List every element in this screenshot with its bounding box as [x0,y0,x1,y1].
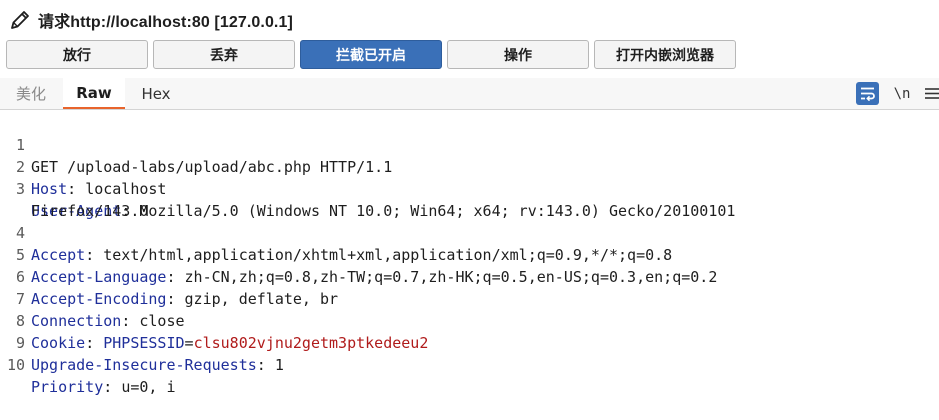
word-wrap-icon[interactable] [856,82,879,105]
header-line-cookie: 8 Cookie: PHPSESSID=clsu802vjnu2getm3ptk… [0,288,428,352]
request-editor[interactable]: 1 GET /upload-labs/upload/abc.php HTTP/1… [0,112,939,396]
header-value: Mozilla/5.0 (Windows NT 10.0; Win64; x64… [139,202,736,220]
open-browser-button[interactable]: 打开内嵌浏览器 [594,40,736,69]
tab-raw[interactable]: Raw [63,78,125,109]
header-line-priority: 10 Priority: u=0, i [0,332,176,396]
title-bar: 请求http://localhost:80 [127.0.0.1] [0,0,939,40]
message-tabs: 美化 Raw Hex \n [0,78,939,110]
tab-pretty[interactable]: 美化 [6,78,56,109]
header-key: Upgrade-Insecure-Requests [31,356,257,374]
tab-hex[interactable]: Hex [128,78,184,109]
header-line-accept: 4 Accept: text/html,application/xhtml+xm… [0,200,672,264]
header-line-continuation: Firefox/143.0 [0,178,148,220]
line-number: 10 [6,356,25,374]
header-key: Accept-Encoding [31,290,167,308]
header-line-connection: 7 Connection: close [0,266,185,330]
pencil-icon [7,7,33,33]
intercept-toggle-button[interactable]: 拦截已开启 [300,40,442,69]
header-key: Cookie [31,334,86,352]
header-line-accept-encoding: 6 Accept-Encoding: gzip, deflate, br [0,244,338,308]
header-key: Accept-Language [31,268,167,286]
header-key: Connection [31,312,122,330]
request-line: 1 GET /upload-labs/upload/abc.php HTTP/1… [0,112,392,176]
header-value: gzip, deflate, br [184,290,339,308]
drop-button[interactable]: 丢弃 [153,40,295,69]
header-key: Accept [31,246,86,264]
forward-button[interactable]: 放行 [6,40,148,69]
header-line-user-agent: 3 User-Agent: Mozilla/5.0 (Windows NT 10… [0,156,735,220]
header-line-host: 2 Host: localhost [0,134,167,198]
header-value: zh-CN,zh;q=0.8,zh-TW;q=0.7,zh-HK;q=0.5,e… [184,268,718,286]
header-value: localhost [85,180,167,198]
header-value: close [139,312,185,330]
header-value-continuation: Firefox/143.0 [31,202,149,220]
request-line-text: GET /upload-labs/upload/abc.php HTTP/1.1 [31,158,393,176]
header-key: Priority [31,378,104,396]
request-title: 请求http://localhost:80 [127.0.0.1] [38,14,293,31]
cookie-name: PHPSESSID [103,334,185,352]
menu-icon[interactable] [924,82,939,105]
header-line-accept-language: 5 Accept-Language: zh-CN,zh;q=0.8,zh-TW;… [0,222,717,286]
header-value: text/html,application/xhtml+xml,applicat… [103,246,673,264]
header-line-upgrade-insecure: 9 Upgrade-Insecure-Requests: 1 [0,310,284,374]
header-key: Host [31,180,68,198]
action-button[interactable]: 操作 [447,40,589,69]
cookie-value: clsu802vjnu2getm3ptkedeeu2 [193,334,429,352]
header-value: 1 [274,356,284,374]
newline-toggle[interactable]: \n [890,82,914,105]
header-value: u=0, i [121,378,176,396]
